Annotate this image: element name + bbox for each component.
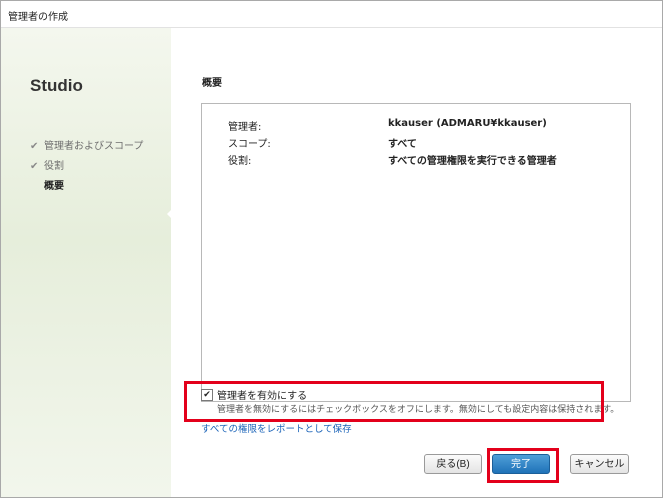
step-summary[interactable]: 概要 — [30, 180, 143, 200]
summary-value: kkauser (ADMARU¥kkauser) — [388, 118, 547, 129]
section-title: 概要 — [202, 78, 222, 89]
enable-admin-checkbox[interactable]: ✔ — [201, 389, 213, 401]
product-brand: Studio — [30, 76, 83, 95]
back-button[interactable]: 戻る(B) — [424, 454, 482, 474]
enable-admin-label[interactable]: 管理者を有効にする — [217, 387, 307, 402]
cancel-button[interactable]: キャンセル — [570, 454, 629, 474]
enable-admin-highlight: ✔ 管理者を有効にする 管理者を無効にするにはチェックボックスをオフにします。無… — [184, 381, 619, 422]
create-administrator-dialog: 管理者の作成 Studio ✔ 管理者およびスコープ ✔ 役割 概要 概要 管理… — [0, 0, 663, 498]
summary-key: 管理者: — [228, 122, 262, 133]
save-report-link[interactable]: すべての権限をレポートとして保存 — [201, 421, 352, 435]
enable-admin-description: 管理者を無効にするにはチェックボックスをオフにします。無効にしても設定内容は保持… — [217, 405, 620, 415]
step-label: 管理者およびスコープ — [44, 141, 144, 152]
summary-key: 役割: — [228, 156, 252, 167]
wizard-steps: ✔ 管理者およびスコープ ✔ 役割 概要 — [30, 140, 143, 200]
summary-value: すべての管理権限を実行できる管理者 — [388, 156, 557, 167]
step-label: 概要 — [44, 181, 64, 192]
check-icon: ✔ — [30, 161, 39, 172]
title-bar: 管理者の作成 — [1, 1, 662, 28]
wizard-sidebar: Studio ✔ 管理者およびスコープ ✔ 役割 概要 — [1, 28, 173, 497]
summary-box: 管理者: kkauser (ADMARU¥kkauser) スコープ: すべて … — [201, 103, 631, 402]
summary-value: すべて — [388, 139, 417, 150]
summary-key: スコープ: — [228, 139, 271, 150]
main-panel: 概要 管理者: kkauser (ADMARU¥kkauser) スコープ: す… — [171, 28, 662, 497]
step-admin-and-scope[interactable]: ✔ 管理者およびスコープ — [30, 140, 143, 160]
window-title: 管理者の作成 — [8, 12, 68, 23]
finish-button[interactable]: 完了 — [492, 454, 550, 474]
check-icon: ✔ — [30, 141, 39, 152]
step-role[interactable]: ✔ 役割 — [30, 160, 143, 180]
step-label: 役割 — [44, 161, 64, 172]
